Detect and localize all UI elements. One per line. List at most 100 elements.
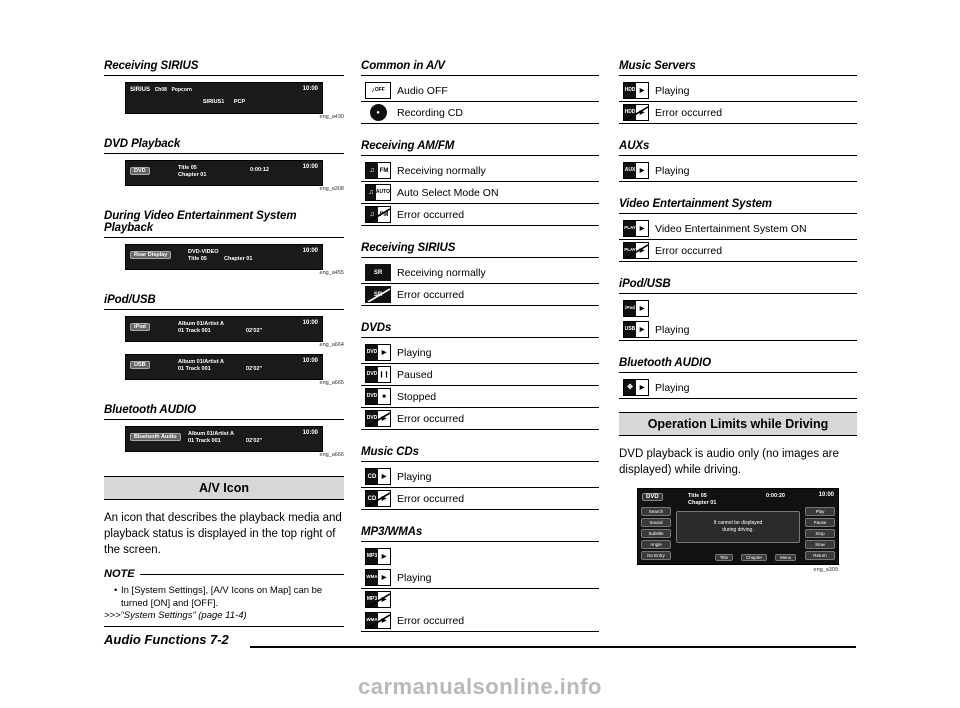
section-heading-bluetooth-audio: Bluetooth AUDIO xyxy=(104,404,344,420)
drive-clock: 10:00 xyxy=(818,492,834,498)
play-button[interactable]: Play xyxy=(805,507,835,516)
bt-label: Bluetooth Audio xyxy=(130,433,181,441)
title-nav-button[interactable]: Title xyxy=(714,553,734,561)
cd-play-icon: CD ▶ xyxy=(365,468,391,485)
icon-cell: USB ▶ xyxy=(619,319,653,340)
ves-on-icon-text: PLAY xyxy=(624,221,636,236)
pause-button[interactable]: Pause xyxy=(805,518,835,527)
stop-button[interactable]: Stop xyxy=(805,529,835,538)
ves-media: DVD-VIDEO xyxy=(188,249,219,255)
watermark: carmanualsonline.info xyxy=(0,674,960,700)
icon-cell: WMA ▶ xyxy=(361,567,395,588)
figure-caption: eng_a308 xyxy=(319,186,344,192)
screenshot-dvd: DVD Title 05 Chapter 01 0:00:12 10:00 en… xyxy=(104,160,344,192)
icon-cell: ♫ FM xyxy=(361,204,395,225)
icon-row: HDD ▶ Playing xyxy=(619,80,857,102)
icon-row: iPod ▶ xyxy=(619,298,857,319)
bt-audio-play-icon: ✥ ▶ xyxy=(623,379,649,396)
icon-cell: DVD ■ xyxy=(361,386,395,407)
icon-label: Playing xyxy=(397,346,432,359)
icon-row: ✥ ▶ Playing xyxy=(619,377,857,399)
ipod-time: 02'02" xyxy=(246,328,263,334)
usb-clock: 10:00 xyxy=(302,358,318,364)
section-heading-ves-playback: During Video Entertainment System Playba… xyxy=(104,210,344,238)
icon-label: Error occurred xyxy=(397,288,465,301)
shot-ves-body: Rear Display DVD-VIDEO Title 05 Chapter … xyxy=(125,244,323,270)
icon-label: Error occurred xyxy=(397,614,465,627)
chapter-nav-button[interactable]: Chapter xyxy=(741,553,768,561)
footer-rule xyxy=(250,646,856,648)
icon-row: SR Error occurred xyxy=(361,284,599,306)
icon-row: ♪ OFF Audio OFF xyxy=(361,80,599,102)
icon-cell: PLAY ▶ xyxy=(619,240,653,261)
group-heading-music-servers: Music Servers xyxy=(619,60,857,76)
cd-play-icon-text: CD xyxy=(366,469,378,484)
footer-title: Audio Functions xyxy=(104,632,207,647)
dvd-play-icon-text: DVD xyxy=(366,345,378,360)
icon-row: CD ▶ Playing xyxy=(361,466,599,488)
icon-cell: DVD ▶ xyxy=(361,342,395,363)
recording-cd-icon: ● xyxy=(369,104,387,121)
ipod-track: 01 Track 001 xyxy=(178,328,211,334)
subtitle-button[interactable]: Subtitle xyxy=(641,529,671,538)
dvd-clock: 10:00 xyxy=(302,164,318,170)
screenshot-ipod: iPod Album 01/Artist A 01 Track 001 02'0… xyxy=(104,316,344,348)
search-button[interactable]: Search xyxy=(641,507,671,516)
drive-message-line2: during driving. xyxy=(722,527,754,533)
note-label: NOTE xyxy=(104,568,135,580)
bt-clock: 10:00 xyxy=(302,430,318,436)
menu-button[interactable]: Menu xyxy=(775,553,797,561)
shot-ipod-body: iPod Album 01/Artist A 01 Track 001 02'0… xyxy=(125,316,323,342)
note-bottom-rule xyxy=(104,626,344,627)
icon-row: AUX ▶ Playing xyxy=(619,160,857,182)
shot-bt-body: Bluetooth Audio Album 01/Artist A 01 Tra… xyxy=(125,426,323,452)
figure-caption: eng_a664 xyxy=(319,342,344,348)
icon-label: Playing xyxy=(655,84,690,97)
usb-album: Album 01/Artist A xyxy=(178,359,224,365)
no-entry-button[interactable]: No Entry xyxy=(641,551,671,560)
figure-caption: eng_a665 xyxy=(319,380,344,386)
sound-button[interactable]: Sound xyxy=(641,518,671,527)
wma-play-icon-text: WMA xyxy=(366,570,378,585)
icon-label: Receiving normally xyxy=(397,266,486,279)
group-heading-sirius: Receiving SIRIUS xyxy=(361,242,599,258)
sirius-normal-icon: SR xyxy=(365,264,391,281)
icon-label: Error occurred xyxy=(397,492,465,505)
icon-label: Paused xyxy=(397,368,433,381)
usb-play-icon: USB ▶ xyxy=(623,321,649,338)
figure-caption: eng_a666 xyxy=(319,452,344,458)
sirius-row2: SIRIUS1 PCP xyxy=(126,99,322,105)
radio-error-icon: ♫ FM xyxy=(365,206,391,223)
drive-left-buttons: Search Sound Subtitle Angle No Entry xyxy=(641,507,671,562)
icon-row: WMA ▶ Error occurred xyxy=(361,610,599,632)
group-heading-auxs: AUXs xyxy=(619,140,857,156)
sirius-normal-icon-text: SR xyxy=(373,269,383,276)
icon-row: MP3 ▶ xyxy=(361,589,599,610)
icon-label: Playing xyxy=(655,323,690,336)
radio-auto-icon-text: AUTO xyxy=(375,189,390,195)
icon-row: CD ▶ Error occurred xyxy=(361,488,599,510)
screenshot-ves: Rear Display DVD-VIDEO Title 05 Chapter … xyxy=(104,244,344,276)
usb-track: 01 Track 001 xyxy=(178,366,211,372)
icon-cell: CD ▶ xyxy=(361,466,395,487)
icon-cell: ✥ ▶ xyxy=(619,377,653,398)
icon-cell: ♫ FM xyxy=(361,160,395,181)
icon-cell: DVD ▶ xyxy=(361,408,395,429)
ves-chapter: Chapter 01 xyxy=(224,256,253,262)
column-middle: Common in A/V ♪ OFF Audio OFF ● Recording… xyxy=(361,60,599,632)
icon-row: USB ▶ Playing xyxy=(619,319,857,341)
group-heading-dvds: DVDs xyxy=(361,322,599,338)
screenshot-bluetooth: Bluetooth Audio Album 01/Artist A 01 Tra… xyxy=(104,426,344,458)
sirius-preset: SIRIUS1 xyxy=(202,99,225,105)
icon-label: Playing xyxy=(397,470,432,483)
icon-label: Recording CD xyxy=(397,106,463,119)
angle-button[interactable]: Angle xyxy=(641,540,671,549)
mp3-play-icon: MP3 ▶ xyxy=(365,548,391,565)
slow-button[interactable]: Slow xyxy=(805,540,835,549)
manual-page: Receiving SIRIUS SIRIUS Ch08 Popcorn 10:… xyxy=(0,0,960,708)
icon-row: DVD ▶ Playing xyxy=(361,342,599,364)
operation-limits-heading: Operation Limits while Driving xyxy=(619,412,857,436)
icon-label: Error occurred xyxy=(655,106,723,119)
icon-cell: MP3 ▶ xyxy=(361,589,395,610)
icon-cell: PLAY ▶ xyxy=(619,218,653,239)
